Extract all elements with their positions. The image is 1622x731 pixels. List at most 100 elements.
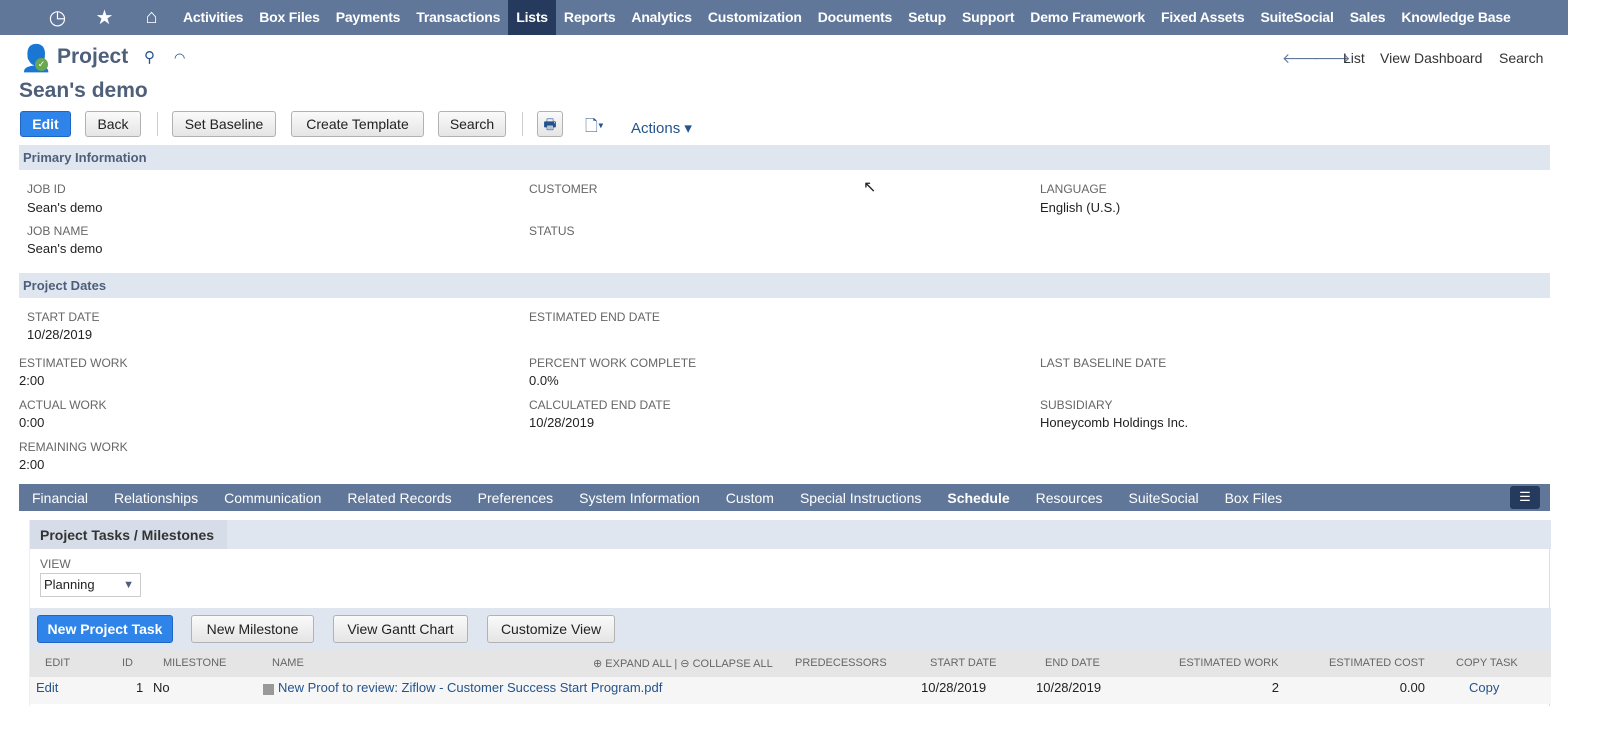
- nav-item-payments[interactable]: Payments: [328, 0, 409, 35]
- calc-end-value: 10/28/2019: [529, 415, 595, 430]
- nav-item-analytics[interactable]: Analytics: [623, 0, 699, 35]
- print-icon[interactable]: 🖶: [537, 111, 563, 137]
- nav-item-sales[interactable]: Sales: [1342, 0, 1394, 35]
- language-value: English (U.S.): [1040, 200, 1121, 215]
- calc-end-label: CALCULATED END DATE: [529, 398, 671, 412]
- record-tabs: Financial Relationships Communication Relat…: [19, 484, 1550, 511]
- view-select[interactable]: Planning ▼: [40, 573, 141, 597]
- table-header: [30, 650, 1551, 677]
- nav-item-knowledge-base[interactable]: Knowledge Base: [1393, 0, 1518, 35]
- new-milestone-button[interactable]: New Milestone: [191, 615, 314, 643]
- start-date-label: START DATE: [27, 310, 100, 324]
- row-milestone: No: [153, 680, 170, 695]
- nav-item-setup[interactable]: Setup: [900, 0, 954, 35]
- job-id-label: JOB ID: [27, 182, 66, 196]
- row-copy-link[interactable]: Copy: [1469, 680, 1499, 695]
- nav-item-documents[interactable]: Documents: [810, 0, 900, 35]
- tab-custom[interactable]: Custom: [726, 490, 774, 506]
- col-milestone: MILESTONE: [163, 657, 227, 669]
- language-label: LANGUAGE: [1040, 182, 1107, 196]
- create-template-button[interactable]: Create Template: [291, 111, 424, 137]
- collapse-all-label[interactable]: COLLAPSE ALL: [693, 658, 773, 670]
- customize-view-button[interactable]: Customize View: [487, 615, 615, 643]
- job-name-label: JOB NAME: [27, 224, 89, 238]
- layout-toggle-icon[interactable]: ☰: [1510, 486, 1540, 509]
- tab-related-records[interactable]: Related Records: [347, 490, 451, 506]
- actual-work-label: ACTUAL WORK: [19, 398, 107, 412]
- actions-label: Actions: [631, 120, 681, 137]
- nav-item-lists[interactable]: Lists: [508, 0, 556, 35]
- row-est-cost: 0.00: [1399, 680, 1425, 695]
- actions-menu[interactable]: Actions ▾: [631, 119, 692, 137]
- dropdown-arrow-icon: ▼: [123, 579, 134, 591]
- expand-all-label: EXPAND ALL: [605, 658, 672, 670]
- subtab-tasks[interactable]: Project Tasks / Milestones: [30, 520, 227, 549]
- page-title: Sean's demo: [19, 79, 148, 102]
- nav-item-support[interactable]: Support: [954, 0, 1022, 35]
- col-predecessors: PREDECESSORS: [795, 657, 887, 669]
- nav-item-transactions[interactable]: Transactions: [408, 0, 508, 35]
- edit-button[interactable]: Edit: [20, 111, 71, 137]
- row-start: 10/28/2019: [921, 680, 987, 695]
- project-dates-header: Project Dates: [19, 273, 1550, 298]
- tab-communication[interactable]: Communication: [224, 490, 321, 506]
- tab-special-instructions[interactable]: Special Instructions: [800, 490, 921, 506]
- tab-system-information[interactable]: System Information: [579, 490, 700, 506]
- dashboard-icon[interactable]: ◠: [174, 50, 185, 66]
- row-est-work: 2: [1271, 680, 1279, 695]
- set-baseline-button[interactable]: Set Baseline: [172, 111, 276, 137]
- row-id: 1: [136, 680, 144, 695]
- back-button[interactable]: Back: [85, 111, 141, 137]
- tab-suitesocial[interactable]: SuiteSocial: [1129, 490, 1199, 506]
- search-icon[interactable]: ⚲: [144, 48, 155, 66]
- tab-financial[interactable]: Financial: [32, 490, 88, 506]
- tab-box-files[interactable]: Box Files: [1225, 490, 1283, 506]
- star-icon[interactable]: ★: [81, 5, 128, 30]
- recent-icon[interactable]: ◷: [34, 5, 81, 30]
- row-name-link[interactable]: New Proof to review: Ziflow - Customer S…: [278, 680, 662, 695]
- collapse-row-icon[interactable]: [263, 684, 274, 695]
- search-link[interactable]: Search: [1499, 50, 1543, 66]
- schedule-panel: Project Tasks / Milestones VIEW Planning…: [29, 520, 1551, 706]
- row-edit-link[interactable]: Edit: [36, 680, 58, 695]
- col-copy-task: COPY TASK: [1456, 657, 1518, 669]
- est-work-value: 2:00: [19, 373, 45, 388]
- nav-item-reports[interactable]: Reports: [556, 0, 624, 35]
- nav-item-activities[interactable]: Activities: [175, 0, 251, 35]
- col-edit: EDIT: [45, 657, 71, 669]
- row-end: 10/28/2019: [1036, 680, 1102, 695]
- mouse-cursor-icon: ↖: [863, 179, 877, 196]
- nav-item-fixed-assets[interactable]: Fixed Assets: [1153, 0, 1252, 35]
- view-gantt-chart-button[interactable]: View Gantt Chart: [333, 615, 468, 643]
- pct-complete-value: 0.0%: [529, 373, 559, 388]
- col-id: ID: [122, 657, 133, 669]
- actual-work-value: 0:00: [19, 415, 45, 430]
- tab-preferences[interactable]: Preferences: [478, 490, 553, 506]
- tab-schedule[interactable]: Schedule: [947, 490, 1009, 506]
- new-project-task-button[interactable]: New Project Task: [37, 615, 173, 643]
- last-baseline-label: LAST BASELINE DATE: [1040, 356, 1167, 370]
- col-est-work: ESTIMATED WORK: [1179, 657, 1279, 669]
- list-link[interactable]: List: [1343, 50, 1365, 66]
- est-work-label: ESTIMATED WORK: [19, 356, 128, 370]
- expand-all-link[interactable]: ⊕ EXPAND ALL | ⊖ COLLAPSE ALL: [593, 657, 773, 670]
- search-button[interactable]: Search: [438, 111, 506, 137]
- tab-relationships[interactable]: Relationships: [114, 490, 198, 506]
- job-id-value: Sean's demo: [27, 200, 103, 215]
- job-name-value: Sean's demo: [27, 241, 103, 256]
- nav-item-customization[interactable]: Customization: [700, 0, 810, 35]
- col-est-cost: ESTIMATED COST: [1329, 657, 1425, 669]
- primary-info-header: Primary Information: [19, 145, 1550, 170]
- col-end-date: END DATE: [1045, 657, 1100, 669]
- new-document-icon[interactable]: 🗋▾: [585, 115, 604, 142]
- tab-resources[interactable]: Resources: [1036, 490, 1103, 506]
- nav-item-suitesocial[interactable]: SuiteSocial: [1252, 0, 1341, 35]
- divider: [522, 112, 523, 136]
- status-label: STATUS: [529, 224, 575, 238]
- table-row: [30, 677, 1551, 704]
- nav-item-demo-framework[interactable]: Demo Framework: [1022, 0, 1153, 35]
- col-name: NAME: [272, 657, 304, 669]
- view-dashboard-link[interactable]: View Dashboard: [1380, 50, 1482, 66]
- nav-item-box-files[interactable]: Box Files: [251, 0, 327, 35]
- home-icon[interactable]: ⌂: [128, 6, 175, 29]
